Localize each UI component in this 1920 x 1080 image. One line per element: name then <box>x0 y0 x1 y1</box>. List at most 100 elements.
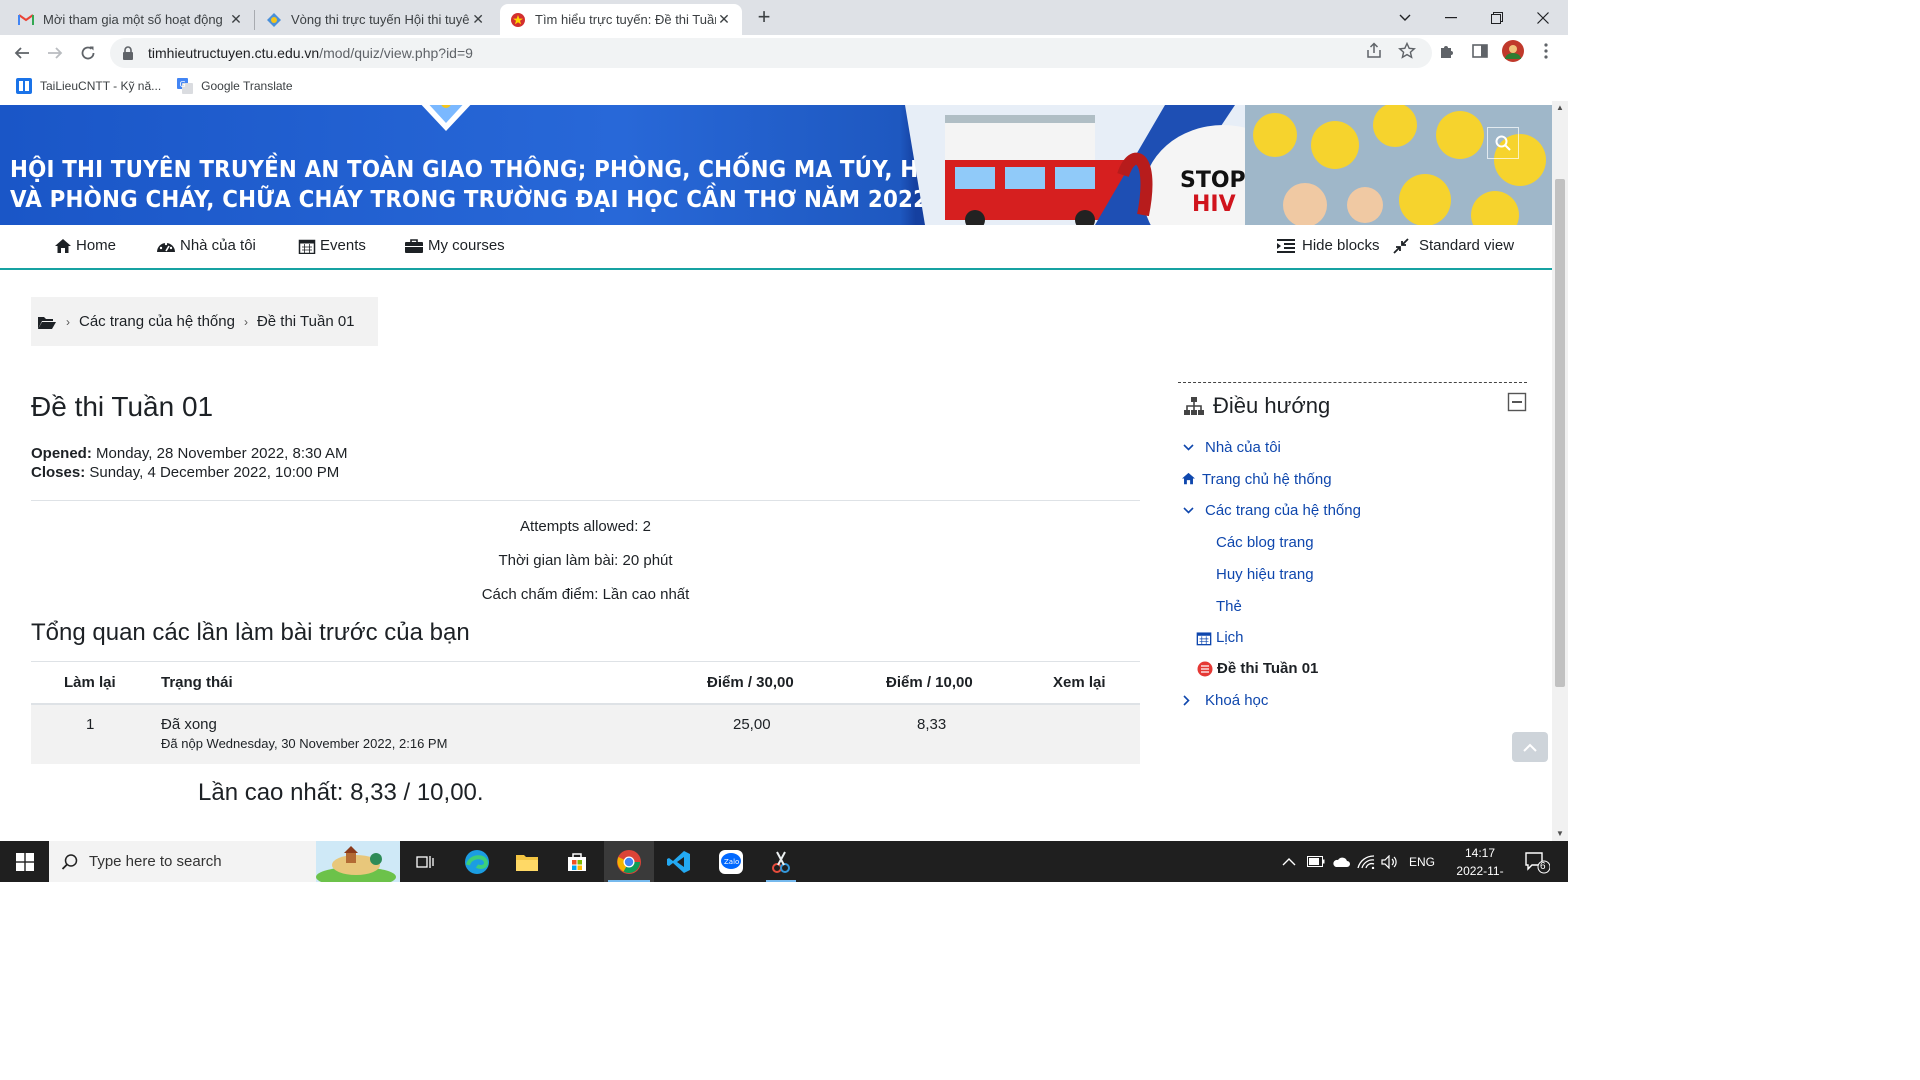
nav-my-courses[interactable]: My courses <box>404 237 505 254</box>
folder-open-icon[interactable] <box>37 314 57 330</box>
zalo-icon[interactable]: Zalo <box>706 841 756 882</box>
block-header: Điều hướng <box>1178 383 1527 429</box>
minimize-icon[interactable] <box>1428 0 1474 35</box>
divider <box>31 500 1140 501</box>
nav-tree-system-pages[interactable]: Các trang của hệ thống <box>1183 502 1361 519</box>
hide-blocks-button[interactable]: Hide blocks <box>1276 237 1380 254</box>
microsoft-store-icon[interactable] <box>552 841 602 882</box>
nav-events[interactable]: Events <box>298 237 366 254</box>
tab-divider <box>254 10 255 30</box>
quiz-icon <box>1197 661 1213 677</box>
bookmark-google-translate[interactable]: G Google Translate <box>177 78 293 94</box>
vscode-icon[interactable] <box>654 841 704 882</box>
onedrive-cloud-icon[interactable] <box>1332 841 1350 882</box>
chevron-down-icon[interactable] <box>1183 507 1197 514</box>
clock-date: 2022-11-30 <box>1456 864 1504 896</box>
close-tab-icon[interactable]: ✕ <box>470 11 486 28</box>
extensions-puzzle-icon[interactable] <box>1438 42 1456 60</box>
attempts-table: Làm lại Trạng thái Điểm / 30,00 Điểm / 1… <box>31 661 1140 764</box>
share-icon[interactable] <box>1365 42 1383 60</box>
nav-tree-tags[interactable]: Thẻ <box>1216 598 1242 615</box>
nav-my-home[interactable]: Nhà của tôi <box>156 237 256 254</box>
search-icon <box>61 853 79 871</box>
collapse-block-icon[interactable] <box>1507 392 1527 412</box>
browser-tab-ctu[interactable]: Vòng thi trực tuyến Hội thi tuyên ✕ <box>256 4 496 35</box>
nav-tree-site-blogs[interactable]: Các blog trang <box>1216 534 1314 551</box>
side-panel-icon[interactable] <box>1471 42 1489 60</box>
nav-tree-current-quiz[interactable]: Đề thi Tuần 01 <box>1197 660 1318 677</box>
scroll-up-icon[interactable]: ▲ <box>1556 103 1564 112</box>
search-icon[interactable] <box>1487 127 1519 159</box>
taskbar-search[interactable]: Type here to search <box>49 841 400 882</box>
input-language[interactable]: ENG <box>1409 841 1435 882</box>
quiz-dates: Opened: Monday, 28 November 2022, 8:30 A… <box>31 444 348 482</box>
close-tab-icon[interactable]: ✕ <box>228 11 244 28</box>
restore-icon[interactable] <box>1474 0 1520 35</box>
svg-text:G: G <box>180 80 186 89</box>
edge-browser-icon[interactable] <box>452 841 502 882</box>
tab-title: Tìm hiểu trực tuyến: Đề thi Tuần <box>535 12 717 27</box>
page-scrollbar[interactable]: ▲ ▼ <box>1552 101 1568 841</box>
home-icon <box>1181 472 1197 488</box>
notification-center-icon[interactable]: 6 <box>1524 841 1550 882</box>
chevron-down-icon[interactable] <box>1183 444 1197 451</box>
calendar-icon <box>298 238 316 254</box>
nav-tree-my-home[interactable]: Nhà của tôi <box>1183 439 1281 456</box>
nav-tree-calendar[interactable]: Lịch <box>1196 629 1244 646</box>
chrome-icon[interactable] <box>604 841 654 882</box>
dashboard-gauge-icon <box>156 238 176 254</box>
nav-tree-site-badges[interactable]: Huy hiệu trang <box>1216 566 1314 583</box>
battery-icon[interactable] <box>1307 841 1325 882</box>
wifi-icon[interactable] <box>1357 841 1375 882</box>
bookmark-tailieu[interactable]: TaiLieuCNTT - Kỹ nă... <box>16 78 161 94</box>
tab-title: Mời tham gia một số hoạt động <box>43 12 223 27</box>
translate-icon: G <box>177 78 194 94</box>
scrollbar-thumb[interactable] <box>1555 179 1565 687</box>
close-tab-icon[interactable]: ✕ <box>716 11 732 28</box>
tab-search-icon[interactable] <box>1382 0 1428 35</box>
nav-tree-site-home[interactable]: Trang chủ hệ thống <box>1181 471 1332 488</box>
snipping-tool-icon[interactable] <box>756 841 806 882</box>
back-to-top-button[interactable] <box>1512 732 1548 762</box>
chevron-right-icon[interactable] <box>1183 695 1197 706</box>
block-title: Điều hướng <box>1213 393 1331 418</box>
forward-arrow-icon[interactable] <box>43 41 67 65</box>
tailieu-icon <box>16 78 32 94</box>
cell-grade: 8,33 <box>917 716 947 733</box>
web-page: HỘI THI TUYÊN TRUYỀN AN TOÀN GIAO THÔNG;… <box>0 101 1552 841</box>
standard-view-button[interactable]: Standard view <box>1393 237 1514 254</box>
system-clock[interactable]: 14:17 2022-11-30 <box>1455 844 1505 898</box>
breadcrumb-separator: › <box>243 314 248 329</box>
bookmark-star-icon[interactable] <box>1398 42 1416 60</box>
cell-submitted: Đã nộp Wednesday, 30 November 2022, 2:16… <box>161 736 448 751</box>
nav-home[interactable]: Home <box>54 237 116 254</box>
search-highlight-illustration <box>316 841 400 882</box>
svg-text:Zalo: Zalo <box>724 858 739 866</box>
back-arrow-icon[interactable] <box>10 41 34 65</box>
breadcrumb-item-system-pages[interactable]: Các trang của hệ thống <box>79 313 235 330</box>
scroll-down-icon[interactable]: ▼ <box>1556 829 1564 838</box>
youth-union-icon <box>510 12 526 28</box>
nav-tree-courses[interactable]: Khoá học <box>1183 692 1268 709</box>
search-placeholder: Type here to search <box>89 853 222 870</box>
cell-attempt: 1 <box>86 716 95 733</box>
reload-icon[interactable] <box>76 41 100 65</box>
address-bar[interactable]: timhieutructuyen.ctu.edu.vn/mod/quiz/vie… <box>110 38 1432 68</box>
navigation-block: Điều hướng <box>1178 382 1527 429</box>
volume-icon[interactable] <box>1381 841 1399 882</box>
browser-tab-gmail[interactable]: Mời tham gia một số hoạt động ✕ <box>8 4 254 35</box>
indent-list-icon <box>1276 238 1296 254</box>
banner-title-line2: VÀ PHÒNG CHÁY, CHỮA CHÁY TRONG TRƯỜNG ĐẠ… <box>10 187 929 213</box>
file-explorer-icon[interactable] <box>502 841 552 882</box>
browser-menu-icon[interactable] <box>1537 42 1555 60</box>
show-hidden-icons[interactable] <box>1282 841 1296 882</box>
profile-avatar[interactable] <box>1502 40 1524 62</box>
task-view-icon[interactable] <box>400 841 450 882</box>
windows-start-icon[interactable] <box>0 841 49 882</box>
breadcrumb-item-quiz[interactable]: Đề thi Tuần 01 <box>257 313 355 330</box>
close-window-icon[interactable] <box>1520 0 1566 35</box>
new-tab-button[interactable]: + <box>752 6 776 30</box>
site-banner: HỘI THI TUYÊN TRUYỀN AN TOÀN GIAO THÔNG;… <box>0 105 1552 225</box>
browser-tab-active[interactable]: Tìm hiểu trực tuyến: Đề thi Tuần ✕ <box>500 4 742 35</box>
stop-hiv-sign: STOP HIV <box>1180 168 1246 217</box>
